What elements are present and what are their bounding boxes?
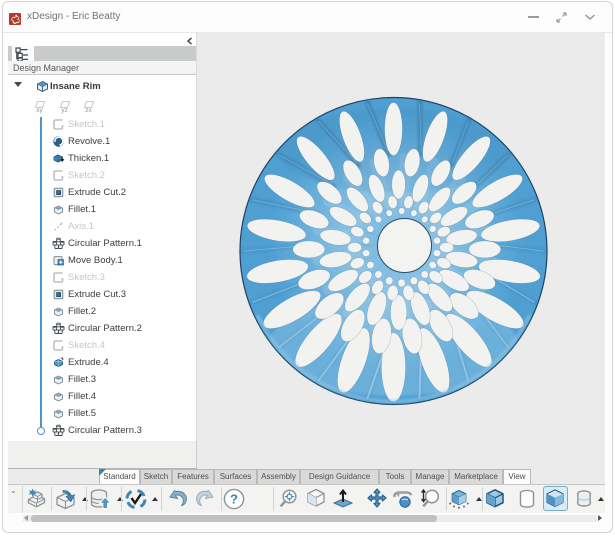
svg-text:?: ?	[230, 492, 238, 507]
